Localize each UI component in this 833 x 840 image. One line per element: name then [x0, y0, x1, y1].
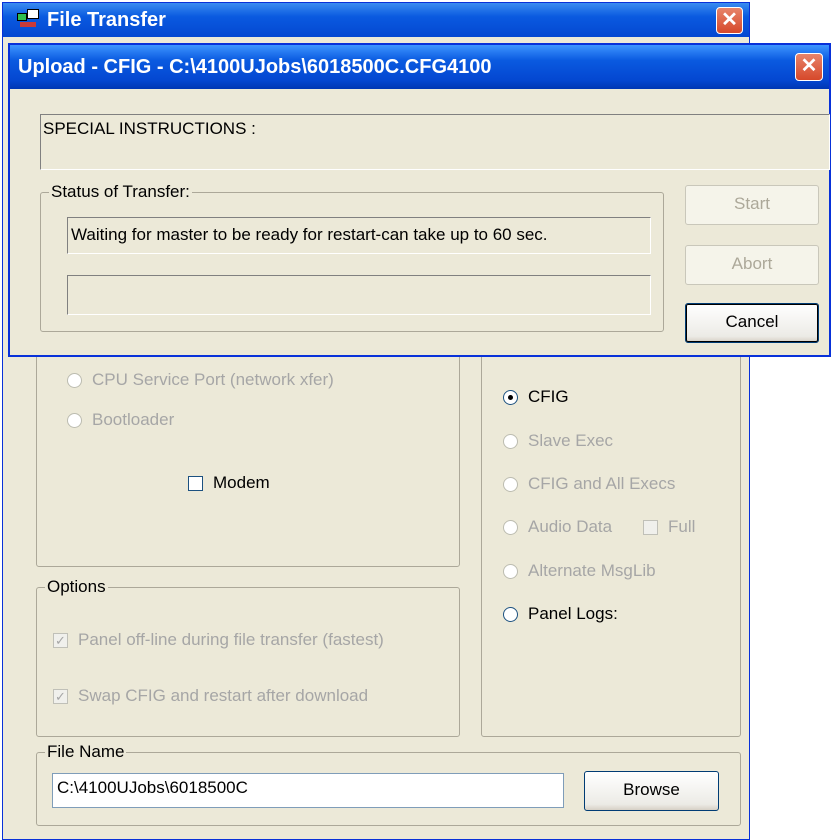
alternate-msglib-label: Alternate MsgLib: [528, 561, 656, 580]
bootloader-label: Bootloader: [92, 410, 175, 429]
audio-data-radio[interactable]: Audio Data: [503, 517, 612, 537]
panel-logs-label: Panel Logs:: [528, 604, 618, 623]
cfig-all-execs-label: CFIG and All Execs: [528, 474, 676, 493]
check-icon: ✓: [53, 632, 68, 648]
file-transfer-close-button[interactable]: ✕: [716, 7, 743, 34]
radio-circle: [503, 606, 518, 622]
file-name-label: File Name: [45, 742, 127, 762]
progress-bar: [67, 275, 651, 315]
file-transfer-titlebar[interactable]: File Transfer ✕: [3, 3, 749, 37]
modem-checkbox-box: [188, 475, 203, 491]
status-of-transfer-label: Status of Transfer:: [49, 182, 192, 202]
slave-exec-label: Slave Exec: [528, 431, 614, 450]
radio-circle: [67, 412, 82, 428]
radio-circle: [67, 372, 82, 388]
upload-dialog-titlebar[interactable]: Upload - CFIG - C:\4100UJobs\6018500C.CF…: [10, 45, 829, 89]
status-text-box: Waiting for master to be ready for resta…: [67, 217, 651, 254]
panel-offline-label: Panel off-line during file transfer (fas…: [78, 630, 384, 649]
modem-label: Modem: [213, 473, 270, 492]
swap-cfig-label: Swap CFIG and restart after download: [78, 686, 369, 705]
radio-circle: [503, 389, 518, 405]
file-name-input[interactable]: C:\4100UJobs\6018500C: [52, 773, 564, 808]
full-checkbox-box: [643, 519, 658, 535]
radio-circle: [503, 476, 518, 492]
bootloader-radio[interactable]: Bootloader: [67, 410, 174, 430]
swap-cfig-checkbox[interactable]: ✓ Swap CFIG and restart after download: [53, 686, 368, 706]
check-icon: ✓: [53, 688, 68, 704]
upload-dialog: Upload - CFIG - C:\4100UJobs\6018500C.CF…: [8, 43, 831, 357]
options-label: Options: [45, 577, 108, 597]
abort-button[interactable]: Abort: [685, 245, 819, 285]
close-icon: ✕: [800, 55, 818, 77]
options-group: Options: [36, 577, 460, 737]
special-instructions-box: SPECIAL INSTRUCTIONS :: [40, 114, 830, 170]
cancel-button[interactable]: Cancel: [685, 303, 819, 343]
full-label: Full: [668, 517, 696, 536]
radio-circle: [503, 433, 518, 449]
cfig-label: CFIG: [528, 387, 569, 406]
radio-circle: [503, 563, 518, 579]
browse-button[interactable]: Browse: [584, 771, 719, 811]
radio-circle: [503, 519, 518, 535]
upload-dialog-title: Upload - CFIG - C:\4100UJobs\6018500C.CF…: [18, 56, 492, 78]
status-text: Waiting for master to be ready for resta…: [71, 225, 548, 244]
start-button[interactable]: Start: [685, 185, 819, 225]
upload-dialog-close-button[interactable]: ✕: [795, 53, 823, 81]
full-checkbox[interactable]: Full: [643, 517, 695, 537]
modem-checkbox[interactable]: Modem: [188, 473, 270, 493]
cpu-service-port-label: CPU Service Port (network xfer): [92, 370, 334, 389]
alternate-msglib-radio[interactable]: Alternate MsgLib: [503, 561, 656, 581]
cfig-radio[interactable]: CFIG: [503, 387, 569, 407]
computer-transfer-icon: [17, 9, 39, 27]
cpu-service-port-radio[interactable]: CPU Service Port (network xfer): [67, 370, 334, 390]
cfig-all-execs-radio[interactable]: CFIG and All Execs: [503, 474, 675, 494]
special-instructions-text: SPECIAL INSTRUCTIONS :: [43, 119, 256, 138]
panel-logs-radio[interactable]: Panel Logs:: [503, 604, 618, 624]
panel-offline-checkbox[interactable]: ✓ Panel off-line during file transfer (f…: [53, 630, 384, 650]
slave-exec-radio[interactable]: Slave Exec: [503, 431, 613, 451]
audio-data-label: Audio Data: [528, 517, 613, 536]
file-transfer-title: File Transfer: [47, 9, 166, 31]
close-icon: ✕: [721, 9, 738, 31]
